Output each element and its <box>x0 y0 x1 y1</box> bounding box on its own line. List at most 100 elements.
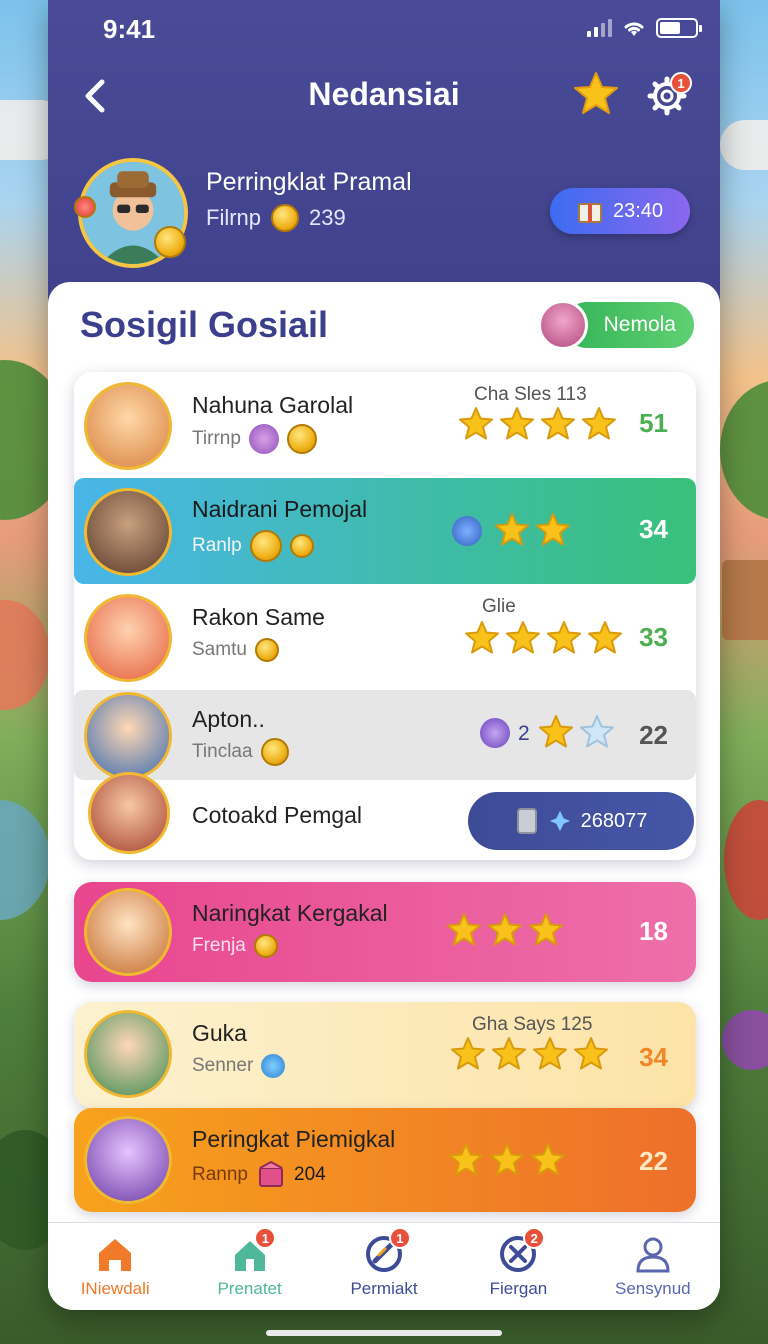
coin-count: 239 <box>309 205 346 230</box>
rank-card[interactable]: Peringkat Piemigkal Rannp 204 22 <box>74 1108 696 1212</box>
status-icons <box>587 18 702 38</box>
nav-item-badge[interactable]: 1 Permiakt <box>317 1223 451 1310</box>
profile-sub-label: Filrnp <box>206 205 262 230</box>
player-sub: Senner <box>192 1054 286 1078</box>
leaderboard-card: Nahuna Garolal Tirrnp Cha Sles 113 51 Na… <box>74 372 696 860</box>
player-name: Nahuna Garolal <box>192 392 354 418</box>
star-icon <box>500 407 534 440</box>
app-window: 9:41 Nedansiai 1 Perringklat Pramal Filr… <box>48 0 720 1310</box>
nav-item-home[interactable]: INiewdali <box>48 1223 182 1310</box>
notification-badge: 1 <box>670 72 692 94</box>
user-icon <box>636 1237 670 1273</box>
status-time: 9:41 <box>103 14 156 44</box>
cloud <box>720 120 768 170</box>
star-icon <box>506 621 540 654</box>
star-icon <box>447 913 481 946</box>
star-rating <box>448 1142 566 1178</box>
star-rating <box>464 620 623 656</box>
rank-card[interactable]: Guka Senner Gha Says 125 34 <box>74 1002 696 1108</box>
player-avatar <box>84 594 172 682</box>
player-extra: 2 <box>518 722 530 745</box>
star-icon <box>582 407 616 440</box>
notification-badge: 1 <box>388 1227 411 1249</box>
settings-button[interactable]: 1 <box>646 72 692 116</box>
player-avatar <box>84 488 172 576</box>
star-rating <box>458 406 617 442</box>
rank-card[interactable]: Naringkat Kergakal Frenja 18 <box>74 882 696 982</box>
nav-label: Sensynud <box>615 1279 691 1298</box>
star-icon <box>459 407 493 440</box>
leaderboard-row[interactable]: Apton.. Tinclaa 2 22 <box>74 690 696 780</box>
star-rating <box>450 1036 609 1072</box>
star-rating <box>494 512 571 548</box>
rank-card-row: Peringkat Piemigkal Rannp 204 22 <box>74 1108 696 1212</box>
leaderboard-row[interactable]: Rakon Same Samtu Glie 33 <box>74 584 696 690</box>
player-sub: Tinclaa <box>192 738 289 766</box>
nav-item-house[interactable]: 1 Prenatet <box>182 1223 316 1310</box>
player-avatar <box>84 1010 172 1098</box>
star-icon <box>547 621 581 654</box>
player-name: Peringkat Piemigkal <box>192 1126 396 1152</box>
player-sub: Ranlp <box>192 530 314 562</box>
gift-icon <box>577 203 602 223</box>
player-avatar <box>84 1116 172 1204</box>
character <box>0 800 50 920</box>
star-icon[interactable] <box>572 70 620 118</box>
header: 9:41 Nedansiai 1 Perringklat Pramal Filr… <box>48 0 720 320</box>
nav-item-profile[interactable]: Sensynud <box>586 1223 720 1310</box>
player-name: Cotoakd Pemgal <box>192 802 363 828</box>
star-icon <box>492 1037 526 1070</box>
player-avatar <box>84 692 172 780</box>
star-icon <box>531 1143 565 1176</box>
player-sub: Samtu <box>192 638 279 662</box>
gem-count: 268077 <box>580 809 648 832</box>
player-score: 51 <box>639 408 668 438</box>
orb-icon <box>480 718 510 748</box>
profile-name: Perringklat Pramal <box>206 168 412 196</box>
key-icon <box>253 934 278 958</box>
home-indicator[interactable] <box>266 1330 502 1336</box>
player-avatar <box>84 888 172 976</box>
leaderboard-row-highlighted[interactable]: Naidrani Pemojal Ranlp 34 <box>74 478 696 584</box>
rank-card-row: Guka Senner Gha Says 125 34 <box>74 1002 696 1108</box>
nav-label: Fiergan <box>489 1279 548 1298</box>
player-extra: Glie <box>482 596 516 617</box>
leaderboard-row[interactable]: Nahuna Garolal Tirrnp Cha Sles 113 51 <box>74 372 696 478</box>
coin-icon <box>260 738 289 766</box>
key-icon <box>254 638 279 662</box>
star-rating <box>446 912 564 948</box>
star-icon <box>588 621 622 654</box>
coin-icon <box>249 530 282 562</box>
star-icon <box>541 407 575 440</box>
player-name: Naidrani Pemojal <box>192 496 368 522</box>
timer-text: 23:40 <box>612 199 664 222</box>
key-icon <box>289 534 314 558</box>
character <box>0 600 50 710</box>
player-sub-label: Frenja <box>192 935 246 956</box>
star-rating <box>538 714 615 750</box>
tree <box>720 380 768 520</box>
nav-label: Permiakt <box>350 1279 418 1298</box>
coin-icon <box>271 204 300 232</box>
player-sub-label: Samtu <box>192 639 247 660</box>
star-icon <box>539 715 573 748</box>
player-sub-label: Ranlp <box>192 535 242 556</box>
timer-pill[interactable]: 23:40 <box>550 188 690 234</box>
player-extra: Cha Sles 113 <box>474 384 587 405</box>
nav-item-cross[interactable]: 2 Fiergan <box>451 1223 585 1310</box>
gem-pill[interactable]: 268077 <box>468 792 694 850</box>
character <box>724 800 768 920</box>
box-icon <box>259 1160 283 1187</box>
player-sub: Tirrnp <box>192 424 317 454</box>
player-name: Guka <box>192 1020 247 1046</box>
section-title: Sosigil Gosiail <box>80 304 329 345</box>
star-icon <box>465 621 499 654</box>
player-sub-label: Senner <box>192 1055 254 1076</box>
coin-icon <box>286 424 317 454</box>
player-avatar <box>84 382 172 470</box>
player-score: 22 <box>639 1146 668 1176</box>
notification-badge: 2 <box>523 1227 546 1249</box>
friend-button[interactable]: Nemola <box>538 300 694 350</box>
capsule-icon <box>261 1054 286 1078</box>
player-score: 22 <box>639 720 668 750</box>
